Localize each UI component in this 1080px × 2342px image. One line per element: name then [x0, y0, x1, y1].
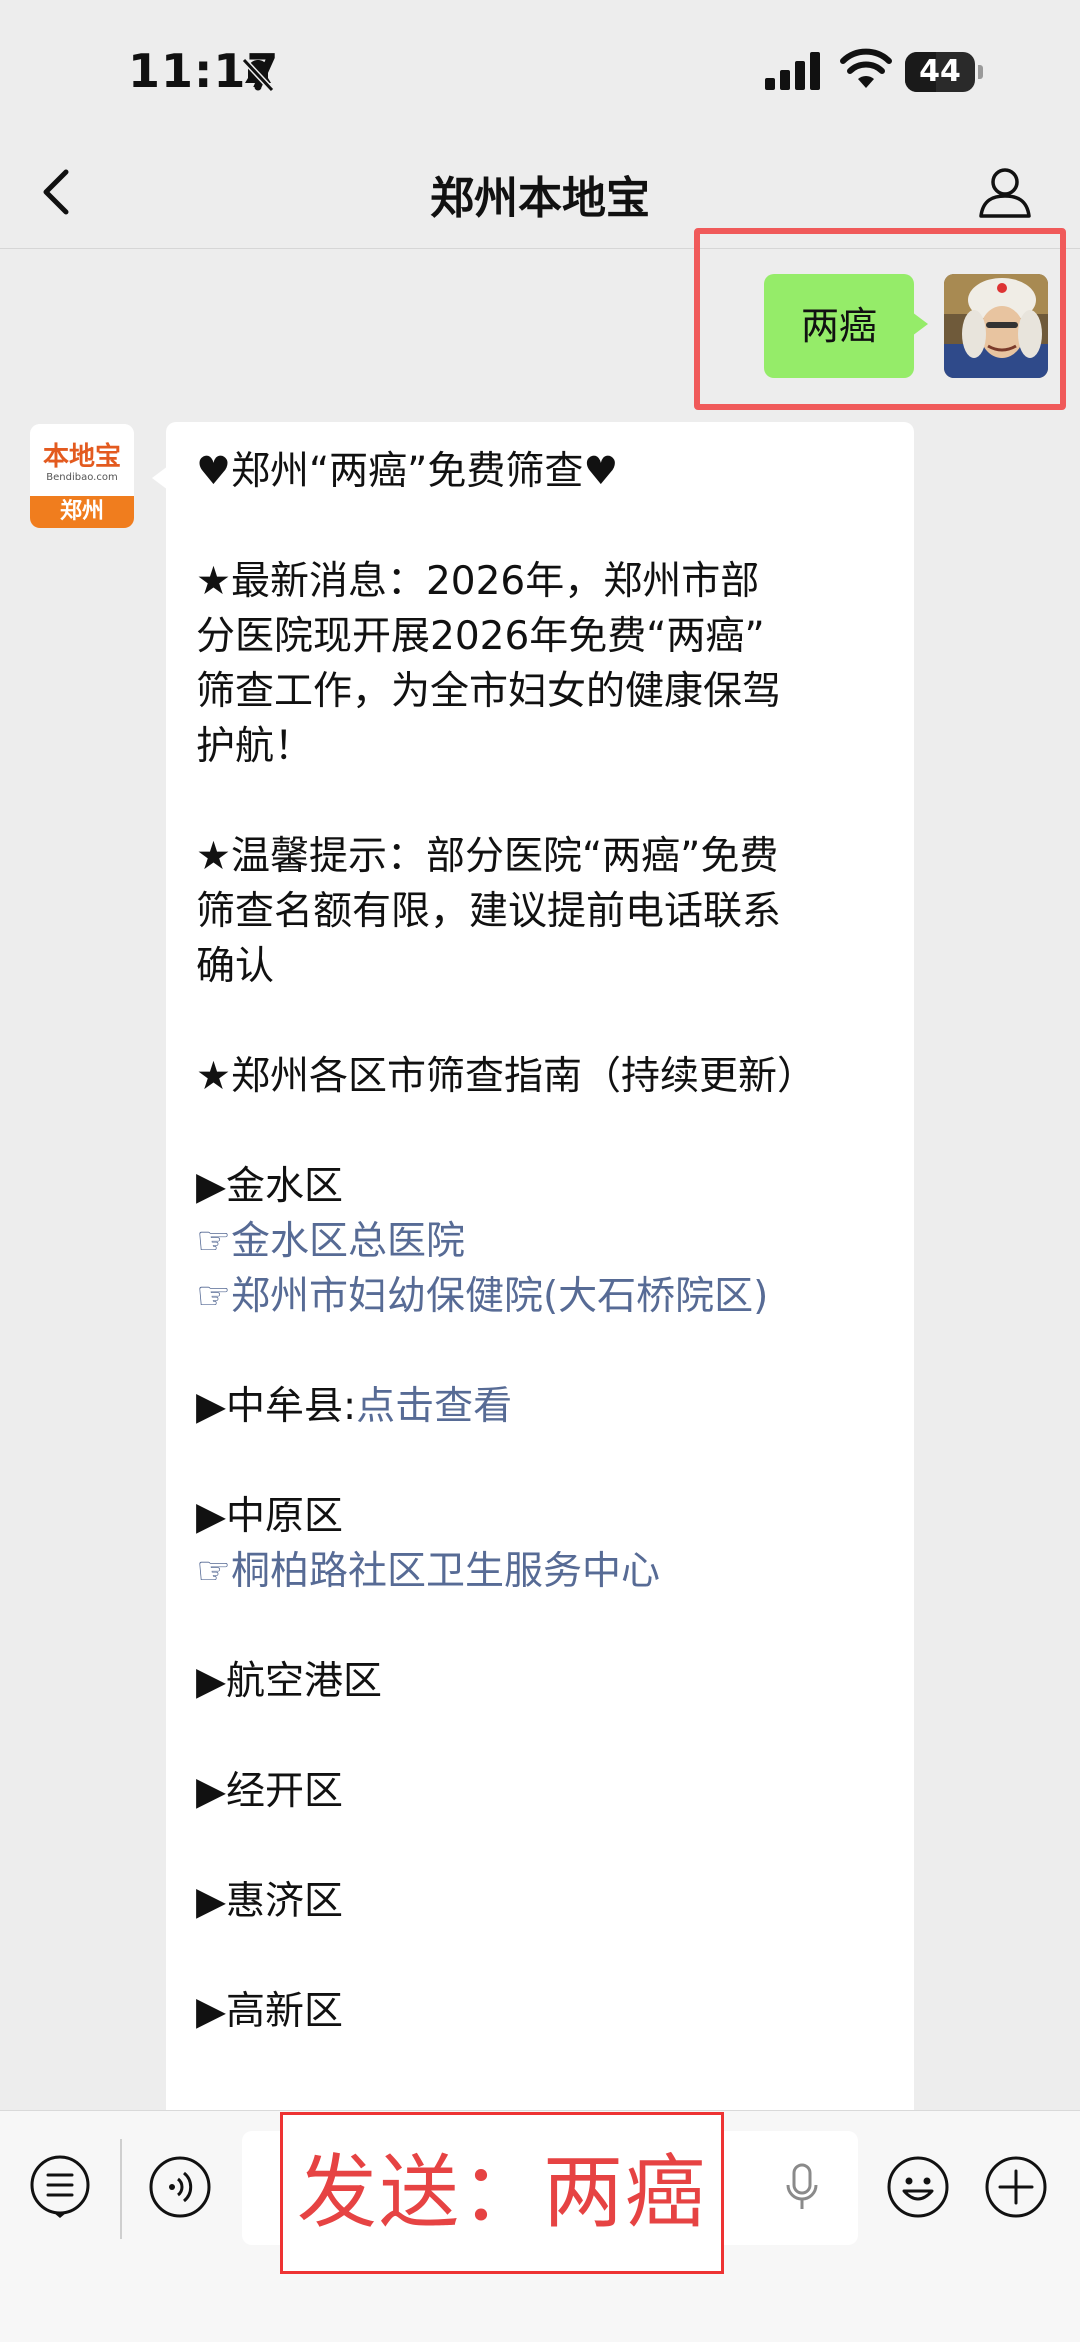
sent-message-highlight: [694, 228, 1066, 410]
wifi-icon: [840, 48, 892, 88]
bot-logo-text: 本地宝: [42, 442, 121, 472]
link-row-tongbai: ☞桐柏路社区卫生服务中心: [196, 1544, 884, 1599]
send-instruction-text: 发送：两癌: [297, 2146, 707, 2239]
district-huiji: ▶惠济区: [196, 1879, 343, 1924]
bot-avatar[interactable]: 本地宝 Bendibao.com 郑州: [30, 424, 134, 528]
profile-icon[interactable]: [975, 162, 1035, 222]
link-maternal-hospital[interactable]: 郑州市妇幼保健院(大石桥院区): [231, 1274, 768, 1319]
link-row-maternal-hospital: ☞郑州市妇幼保健院(大石桥院区): [196, 1269, 884, 1324]
pointer-glyph: ☞: [196, 1549, 231, 1594]
voice-icon[interactable]: [148, 2155, 212, 2219]
plus-icon[interactable]: [984, 2155, 1048, 2219]
link-jinshui-hospital[interactable]: 金水区总医院: [231, 1219, 465, 1264]
district-zhongyuan: ▶中原区: [196, 1494, 343, 1539]
bell-mute-icon: [241, 57, 275, 93]
guide-heading: ★郑州各区市筛查指南（持续更新）: [196, 1054, 816, 1099]
news-line-4: 护航！: [196, 724, 314, 769]
district-jinshui: ▶金水区: [196, 1164, 343, 1209]
bar-divider: [120, 2139, 122, 2239]
menu-icon[interactable]: [28, 2155, 92, 2219]
tip-line-1: ★温馨提示：部分医院“两癌”免费: [196, 834, 779, 879]
emoji-icon[interactable]: [886, 2155, 950, 2219]
pointer-glyph: ☞: [196, 1274, 231, 1319]
status-bar: 11:17 44: [0, 0, 1080, 140]
mic-icon[interactable]: [782, 2163, 822, 2213]
tip-line-2: 筛查名额有限，建议提前电话联系: [196, 889, 782, 934]
page-title: 郑州本地宝: [430, 173, 650, 224]
message-title: ♥郑州“两癌”免费筛查♥: [196, 449, 619, 494]
district-zhongmou-row: ▶中牟县:点击查看: [196, 1379, 884, 1434]
district-zhongmou: ▶中牟县:: [196, 1384, 357, 1429]
tip-line-3: 确认: [196, 944, 275, 989]
news-line-2: 分医院现开展2026年免费“两癌”: [196, 614, 765, 659]
link-tongbai[interactable]: 桐柏路社区卫生服务中心: [231, 1549, 660, 1594]
bot-logo-city: 郑州: [30, 496, 134, 528]
received-message-bubble: ♥郑州“两癌”免费筛查♥ ★最新消息：2026年，郑州市部 分医院现开展2026…: [152, 422, 914, 2122]
battery-icon: 44: [905, 52, 983, 92]
district-hangkong: ▶航空港区: [196, 1659, 382, 1704]
battery-percent: 44: [919, 54, 961, 89]
news-line-1: ★最新消息：2026年，郑州市部: [196, 559, 760, 604]
district-gaoxin: ▶高新区: [196, 1989, 343, 2034]
send-instruction-overlay: 发送：两癌: [280, 2112, 724, 2274]
bot-logo-sub: Bendibao.com: [46, 472, 118, 483]
pointer-glyph: ☞: [196, 1219, 231, 1264]
district-jingkai: ▶经开区: [196, 1769, 343, 1814]
link-zhongmou[interactable]: 点击查看: [356, 1384, 512, 1429]
signal-icon: [765, 52, 820, 90]
news-line-3: 筛查工作，为全市妇女的健康保驾: [196, 669, 782, 714]
link-row-jinshui-hospital: ☞金水区总医院: [196, 1214, 884, 1269]
